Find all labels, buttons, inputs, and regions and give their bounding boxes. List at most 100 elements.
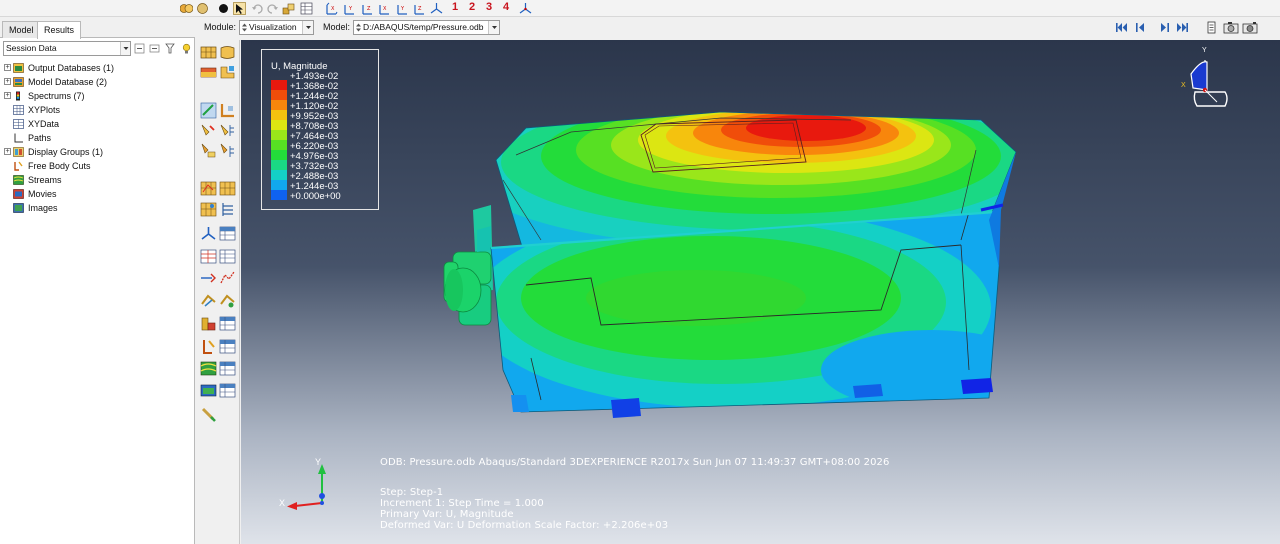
tree-item-images[interactable]: Images (3, 201, 193, 215)
view-cut-icon[interactable] (200, 225, 217, 242)
create-xy-data-icon[interactable] (200, 248, 217, 265)
animate-scale-factor-icon[interactable] (219, 180, 236, 197)
plot-contours-deformed-icon[interactable] (219, 64, 236, 81)
tree-item-movies[interactable]: Movies (3, 187, 193, 201)
table-view-icon[interactable] (300, 2, 313, 15)
view-manager-icon[interactable] (282, 2, 295, 15)
graphics-viewport[interactable]: U, Magnitude +1.493e-02 +1.368e-02 +1.24… (241, 40, 1280, 544)
filter-tree-icon[interactable] (165, 43, 176, 54)
expand-icon[interactable]: + (4, 78, 11, 85)
view-iso-icon[interactable] (430, 2, 443, 15)
view-top-icon[interactable]: Y (396, 2, 409, 15)
create-path-icon[interactable] (200, 269, 217, 286)
color-code-icon[interactable] (196, 2, 209, 15)
legend-swatch (271, 150, 287, 160)
tree-item-model-database[interactable]: + Model Database (2) (3, 75, 193, 89)
contour-legend[interactable]: U, Magnitude +1.493e-02 +1.368e-02 +1.24… (261, 49, 379, 210)
view-1-button[interactable]: 1 (452, 1, 458, 13)
view-bottom-icon[interactable]: Z (413, 2, 426, 15)
camera-icon[interactable] (1223, 21, 1239, 34)
plot-deformed-icon[interactable] (219, 44, 236, 61)
stream-icon (13, 175, 24, 185)
tree-item-label: Movies (28, 189, 57, 199)
session-data-select[interactable]: Session Data (3, 41, 131, 56)
stream-manager-icon[interactable] (219, 360, 236, 377)
view-2-button[interactable]: 2 (469, 1, 475, 13)
axis-y-label: Y (315, 457, 322, 467)
tree-item-paths[interactable]: Paths (3, 131, 193, 145)
session-row: Session Data (3, 41, 193, 56)
dropdown-arrow-icon[interactable] (302, 21, 313, 34)
tree-item-free-body-cuts[interactable]: Free Body Cuts (3, 159, 193, 173)
stream-plot-icon[interactable] (219, 292, 236, 309)
dropdown-arrow-icon[interactable] (120, 42, 130, 55)
create-display-group-icon[interactable] (200, 315, 217, 332)
movie-camera-icon[interactable] (1242, 21, 1258, 34)
animation-options-icon[interactable] (219, 201, 236, 218)
fe-model-contour-plot[interactable] (241, 40, 1280, 544)
xy-plot-icon[interactable] (219, 269, 236, 286)
options-icon[interactable] (1206, 21, 1217, 34)
plot-contours-icon[interactable] (200, 64, 217, 81)
tab-model[interactable]: Model (2, 21, 41, 38)
triad-view-icon[interactable] (519, 2, 532, 15)
expand-icon[interactable]: + (4, 64, 11, 71)
free-body-cut-tool-icon[interactable] (200, 338, 217, 355)
free-body-manager-icon[interactable] (219, 338, 236, 355)
shaded-render-icon[interactable] (180, 2, 193, 15)
model-database-icon (13, 77, 24, 87)
module-select[interactable]: Visualization (239, 20, 314, 35)
plot-symbols-icon[interactable] (200, 102, 217, 119)
tree-item-label: Output Databases (1) (28, 63, 115, 73)
query-icon[interactable] (200, 292, 217, 309)
xyplot-icon (13, 105, 24, 115)
deformed-var-info-line: Deformed Var: U Deformation Scale Factor… (380, 520, 669, 531)
tree-item-xydata[interactable]: XYData (3, 117, 193, 131)
filter-icon[interactable] (134, 43, 145, 54)
expand-icon[interactable]: + (4, 148, 11, 155)
view-3-button[interactable]: 3 (486, 1, 492, 13)
tree-item-xyplots[interactable]: XYPlots (3, 103, 193, 117)
model-select[interactable]: D:/ABAQUS/temp/Pressure.odb (353, 20, 500, 35)
tip-bulb-icon[interactable] (181, 43, 192, 54)
overlay-manager-icon[interactable] (219, 382, 236, 399)
spectrum-icon (16, 91, 20, 101)
plot-options-icon[interactable] (200, 142, 217, 159)
view-4-button[interactable]: 4 (503, 1, 509, 13)
select-arrow-icon[interactable] (233, 2, 246, 15)
allow-multiple-plot-states-icon[interactable] (200, 122, 217, 139)
view-orientation-triad[interactable]: Y X (1173, 47, 1233, 118)
display-group-manager-icon[interactable] (219, 315, 236, 332)
undo-icon[interactable] (251, 2, 264, 15)
plot-material-orientation-icon[interactable] (219, 102, 236, 119)
view-left-icon[interactable]: Z (361, 2, 374, 15)
superimpose-icon[interactable] (219, 122, 236, 139)
view-front-icon[interactable]: X (325, 2, 338, 15)
view-right-icon[interactable]: X (378, 2, 391, 15)
animate-harmonic-icon[interactable] (200, 201, 217, 218)
tree-item-streams[interactable]: Streams (3, 173, 193, 187)
first-frame-icon[interactable] (1116, 23, 1127, 32)
black-sphere-icon[interactable] (217, 2, 230, 15)
dropdown-arrow-icon[interactable] (488, 21, 499, 34)
plot-undeformed-icon[interactable] (200, 44, 217, 61)
top-toolbar: X Y Z X Y Z 1 2 3 4 (0, 0, 1280, 17)
tree-item-spectrums[interactable]: + Spectrums (7) (3, 89, 193, 103)
last-frame-icon[interactable] (1177, 23, 1188, 32)
tree-item-display-groups[interactable]: + Display Groups (1) (3, 145, 193, 159)
overlay-plot-icon[interactable] (200, 382, 217, 399)
redo-icon[interactable] (266, 2, 279, 15)
previous-frame-icon[interactable] (1136, 23, 1147, 32)
tree-item-output-databases[interactable]: + Output Databases (1) (3, 61, 193, 75)
tab-results[interactable]: Results (37, 21, 82, 39)
common-options-icon[interactable] (219, 142, 236, 159)
xy-data-manager-icon[interactable] (219, 248, 236, 265)
collapse-icon[interactable] (149, 43, 160, 54)
view-back-icon[interactable]: Y (343, 2, 356, 15)
animate-time-history-icon[interactable] (200, 180, 217, 197)
create-stream-icon[interactable] (200, 360, 217, 377)
view-cut-manager-icon[interactable] (219, 225, 236, 242)
next-frame-icon[interactable] (1158, 23, 1169, 32)
edit-tool-icon[interactable] (200, 406, 217, 423)
expand-icon[interactable]: + (4, 92, 11, 99)
